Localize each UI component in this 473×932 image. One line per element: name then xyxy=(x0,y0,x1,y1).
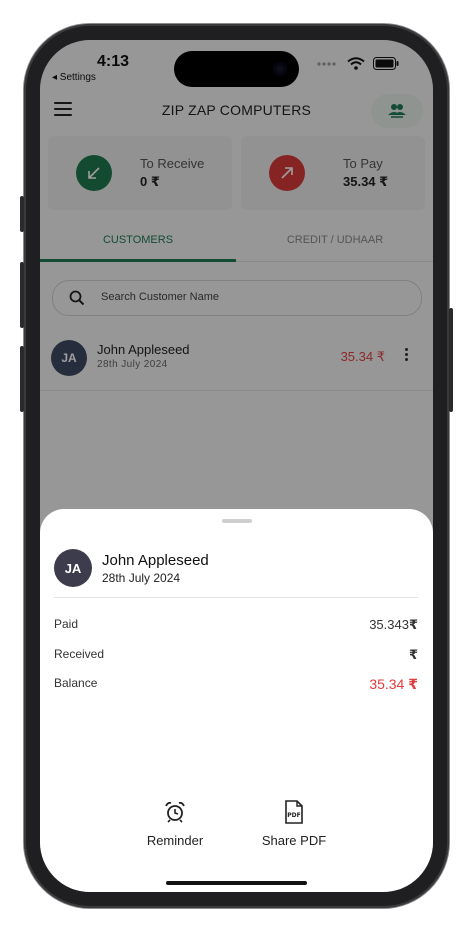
alarm-clock-icon xyxy=(130,799,220,825)
received-label: Received xyxy=(54,647,105,661)
svg-text:PDF: PDF xyxy=(287,812,300,819)
paid-label: Paid xyxy=(54,617,79,631)
balance-value: 35.34 ₹ xyxy=(369,676,418,692)
sheet-grabber[interactable] xyxy=(222,519,252,523)
share-pdf-label: Share PDF xyxy=(261,833,327,848)
balance-label: Balance xyxy=(54,676,98,690)
reminder-label: Reminder xyxy=(146,833,204,848)
sheet-customer-name: John Appleseed xyxy=(102,552,209,569)
balance-row: Balance 35.34 ₹ xyxy=(54,676,418,696)
divider xyxy=(54,597,418,598)
power-button xyxy=(449,308,453,412)
action-button xyxy=(20,196,24,232)
sheet-customer-date: 28th July 2024 xyxy=(102,571,181,585)
volume-down-button xyxy=(20,346,24,412)
pdf-file-icon: PDF xyxy=(249,799,339,825)
share-pdf-button[interactable]: PDF Share PDF xyxy=(249,799,339,848)
sheet-actions: Reminder PDF Share PDF xyxy=(40,799,433,859)
customer-detail-sheet: JA John Appleseed 28th July 2024 Paid 35… xyxy=(40,509,433,892)
paid-row: Paid 35.343₹ xyxy=(54,617,418,637)
reminder-button[interactable]: Reminder xyxy=(130,799,220,848)
received-value: ₹ xyxy=(408,647,418,662)
received-row: Received ₹ xyxy=(54,647,418,667)
app-screen: 4:13 ◂ Settings ZIP ZAP COMPUTERS To Rec… xyxy=(40,40,433,892)
paid-value: 35.343₹ xyxy=(369,617,418,632)
volume-up-button xyxy=(20,262,24,328)
home-indicator[interactable] xyxy=(166,881,307,885)
avatar: JA xyxy=(54,549,92,587)
